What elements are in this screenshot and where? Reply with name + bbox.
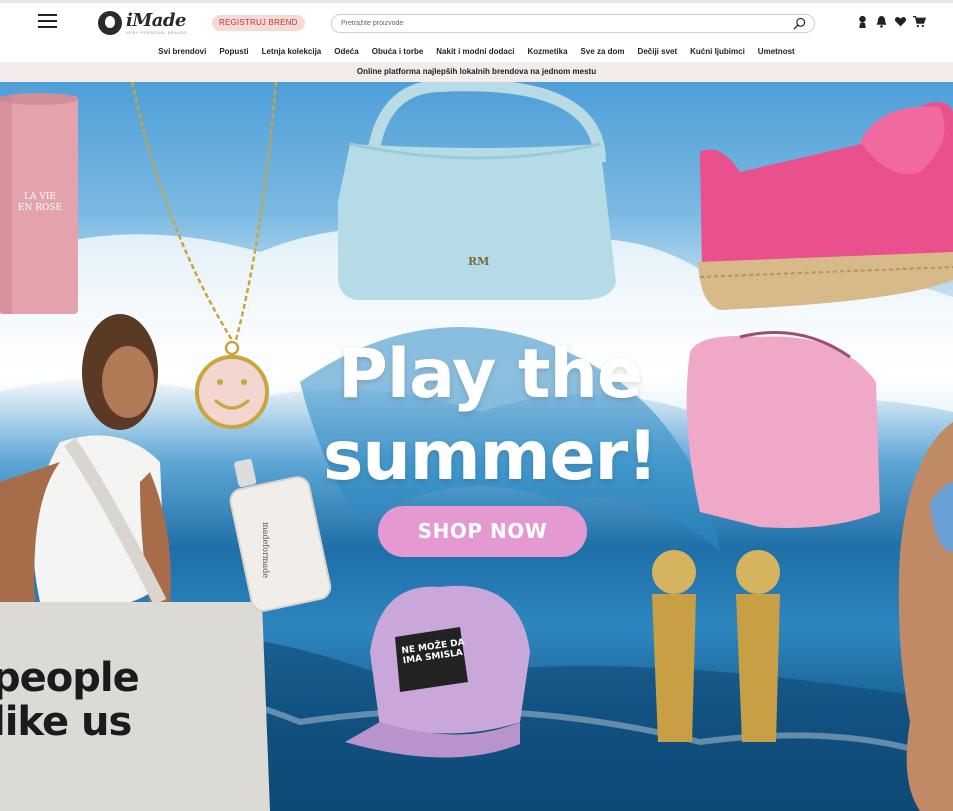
nav-item-cosmetics[interactable]: Kozmetika [528, 47, 568, 56]
nav-item-summer-collection[interactable]: Letnja kolekcija [262, 47, 322, 56]
info-strip: Online platforma najlepših lokalnih bren… [0, 62, 953, 82]
hero-title: Play the summer! [290, 334, 690, 498]
category-nav: Svi brendovi Popusti Letnja kolekcija Od… [0, 40, 953, 62]
search-bar [331, 14, 815, 33]
nav-item-clothing[interactable]: Odeća [334, 47, 358, 56]
nav-item-jewelry[interactable]: Nakit i modni dodaci [436, 47, 514, 56]
hero-title-line2: summer! [322, 417, 658, 496]
logo-text: iMade [126, 9, 186, 31]
heart-icon[interactable] [894, 15, 907, 28]
nav-item-shoes-bags[interactable]: Obuća i torbe [372, 47, 424, 56]
search-icon[interactable] [793, 17, 806, 30]
hero-banner[interactable]: LA VIE EN ROSE RM madeformade NE MOŽE DA… [0, 82, 953, 811]
nav-item-pets[interactable]: Kućni ljubimci [690, 47, 745, 56]
hero-title-line1: Play the [338, 335, 643, 414]
tin-label-line1: LA VIE [24, 192, 56, 202]
logo[interactable]: iMade VERY PERSONAL BRANDS [98, 8, 187, 38]
tin-label-line2: EN ROSE [17, 203, 63, 213]
handbag-monogram: RM [468, 255, 490, 268]
logo-mark [98, 11, 122, 35]
cosmetic-bag-image [686, 331, 880, 528]
nav-item-all-brands[interactable]: Svi brendovi [158, 47, 206, 56]
menu-icon[interactable] [38, 14, 57, 28]
bell-icon[interactable] [875, 15, 888, 28]
cap-image [345, 585, 530, 758]
register-brand-button[interactable]: REGISTRUJ BREND [212, 15, 305, 31]
woman-right-image [898, 422, 953, 811]
search-input[interactable] [341, 16, 781, 31]
shop-now-button[interactable]: SHOP NOW [378, 506, 587, 557]
logo-tagline: VERY PERSONAL BRANDS [126, 29, 188, 35]
tote-text-line1: people [0, 655, 140, 701]
tote-text-line2: like us [0, 699, 132, 745]
user-icon[interactable] [856, 15, 869, 28]
top-bar: iMade VERY PERSONAL BRANDS REGISTRUJ BRE… [0, 0, 953, 40]
bottle-label: madeformade [261, 522, 270, 579]
header-icons [856, 15, 926, 28]
nav-item-discounts[interactable]: Popusti [219, 47, 248, 56]
nav-item-kids[interactable]: Dečiji svet [638, 47, 678, 56]
nav-item-art[interactable]: Umetnost [758, 47, 795, 56]
cart-icon[interactable] [913, 15, 926, 28]
nav-item-home[interactable]: Sve za dom [581, 47, 625, 56]
espadrille-image [698, 102, 953, 310]
